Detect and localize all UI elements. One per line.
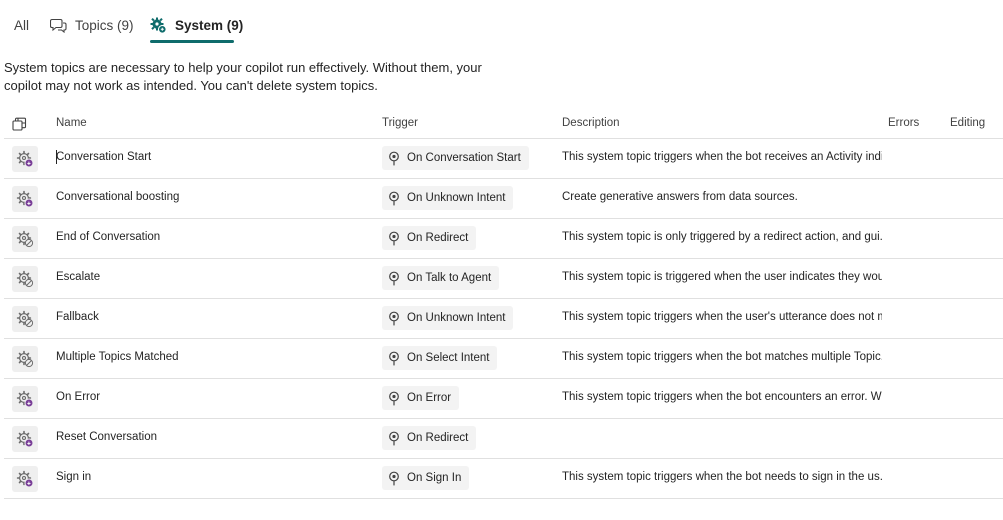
topic-type-column-icon[interactable] — [12, 117, 28, 134]
column-header-errors[interactable]: Errors — [888, 117, 919, 129]
topic-name[interactable]: Fallback — [56, 311, 99, 323]
column-header-editing[interactable]: Editing — [950, 117, 985, 129]
trigger-chip: On Redirect — [382, 426, 477, 450]
column-header-trigger[interactable]: Trigger — [382, 117, 418, 129]
topic-name[interactable]: Multiple Topics Matched — [56, 351, 179, 363]
trigger-pin-icon — [388, 231, 400, 246]
table-row[interactable]: Multiple Topics Matched On Select Intent… — [4, 339, 1003, 379]
topic-name[interactable]: Conversation Start — [56, 151, 151, 163]
topic-description: This system topic triggers when the user… — [562, 311, 882, 323]
trigger-chip: On Unknown Intent — [382, 306, 514, 330]
trigger-chip: On Unknown Intent — [382, 186, 514, 210]
topic-name[interactable]: Reset Conversation — [56, 431, 157, 443]
table-row[interactable]: Sign in On Sign In This system topic tri… — [4, 459, 1003, 499]
trigger-chip: On Conversation Start — [382, 146, 529, 170]
table-row[interactable]: End of Conversation On Redirect This sys… — [4, 219, 1003, 259]
trigger-chip: On Error — [382, 386, 460, 410]
topic-description: Create generative answers from data sour… — [562, 191, 798, 203]
column-header-description[interactable]: Description — [562, 117, 620, 129]
topic-description: This system topic triggers when the bot … — [562, 391, 882, 403]
trigger-label: On Unknown Intent — [407, 312, 506, 324]
disabled-topic-icon — [12, 306, 38, 332]
custom-topic-icon — [12, 426, 38, 452]
custom-topic-icon — [12, 186, 38, 212]
topic-description: This system topic triggers when the bot … — [562, 351, 882, 363]
trigger-chip: On Talk to Agent — [382, 266, 500, 290]
disabled-topic-icon — [12, 266, 38, 292]
trigger-label: On Talk to Agent — [407, 272, 492, 284]
trigger-label: On Sign In — [407, 472, 462, 484]
tab-system-label: System (9) — [175, 17, 244, 33]
table-row[interactable]: On Error On Error This system topic trig… — [4, 379, 1003, 419]
table-header: Name Trigger Description Errors Editing — [4, 110, 1003, 139]
table-body: Conversation Start On Conversation Start… — [4, 139, 1003, 499]
trigger-chip: On Redirect — [382, 226, 477, 250]
table-row[interactable]: Fallback On Unknown Intent This system t… — [4, 299, 1003, 339]
trigger-label: On Select Intent — [407, 352, 490, 364]
disabled-topic-icon — [12, 226, 38, 252]
topic-description: This system topic is triggered when the … — [562, 271, 882, 283]
trigger-chip: On Select Intent — [382, 346, 498, 370]
topic-description: This system topic triggers when the bot … — [562, 471, 882, 483]
trigger-label: On Conversation Start — [407, 152, 521, 164]
topic-name[interactable]: Conversational boosting — [56, 191, 179, 203]
text-cursor — [56, 150, 57, 164]
topics-table: Name Trigger Description Errors Editing … — [4, 110, 1003, 499]
tab-topics[interactable]: Topics (9) — [50, 12, 134, 38]
table-row[interactable]: Escalate On Talk to Agent This system to… — [4, 259, 1003, 299]
trigger-pin-icon — [388, 471, 400, 486]
column-header-name[interactable]: Name — [56, 117, 87, 129]
tab-system[interactable]: System (9) — [150, 12, 243, 38]
tab-all[interactable]: All — [14, 12, 29, 38]
trigger-pin-icon — [388, 431, 400, 446]
trigger-pin-icon — [388, 191, 400, 206]
trigger-label: On Redirect — [407, 432, 469, 444]
topic-name[interactable]: Escalate — [56, 271, 100, 283]
active-tab-indicator — [150, 40, 234, 43]
table-row[interactable]: Conversational boosting On Unknown Inten… — [4, 179, 1003, 219]
chat-bubbles-icon — [50, 18, 67, 33]
trigger-pin-icon — [388, 391, 400, 406]
topic-name[interactable]: On Error — [56, 391, 100, 403]
system-gear-icon — [150, 17, 167, 34]
topic-name[interactable]: Sign in — [56, 471, 91, 483]
disabled-topic-icon — [12, 346, 38, 372]
tab-topics-label: Topics (9) — [75, 17, 134, 33]
trigger-pin-icon — [388, 271, 400, 286]
topic-description: This system topic is only triggered by a… — [562, 231, 882, 243]
trigger-pin-icon — [388, 351, 400, 366]
trigger-pin-icon — [388, 311, 400, 326]
trigger-chip: On Sign In — [382, 466, 470, 490]
trigger-pin-icon — [388, 151, 400, 166]
trigger-label: On Error — [407, 392, 452, 404]
table-row[interactable]: Reset Conversation On Redirect — [4, 419, 1003, 459]
custom-topic-icon — [12, 146, 38, 172]
topic-description: This system topic triggers when the bot … — [562, 151, 882, 163]
tab-all-label: All — [14, 17, 30, 33]
tab-bar: All Topics (9) System (9) — [0, 0, 1003, 46]
custom-topic-icon — [12, 386, 38, 412]
topic-name[interactable]: End of Conversation — [56, 231, 160, 243]
trigger-label: On Unknown Intent — [407, 192, 506, 204]
trigger-label: On Redirect — [407, 232, 469, 244]
table-row[interactable]: Conversation Start On Conversation Start… — [4, 139, 1003, 179]
system-topics-info: System topics are necessary to help your… — [4, 60, 482, 93]
custom-topic-icon — [12, 466, 38, 492]
